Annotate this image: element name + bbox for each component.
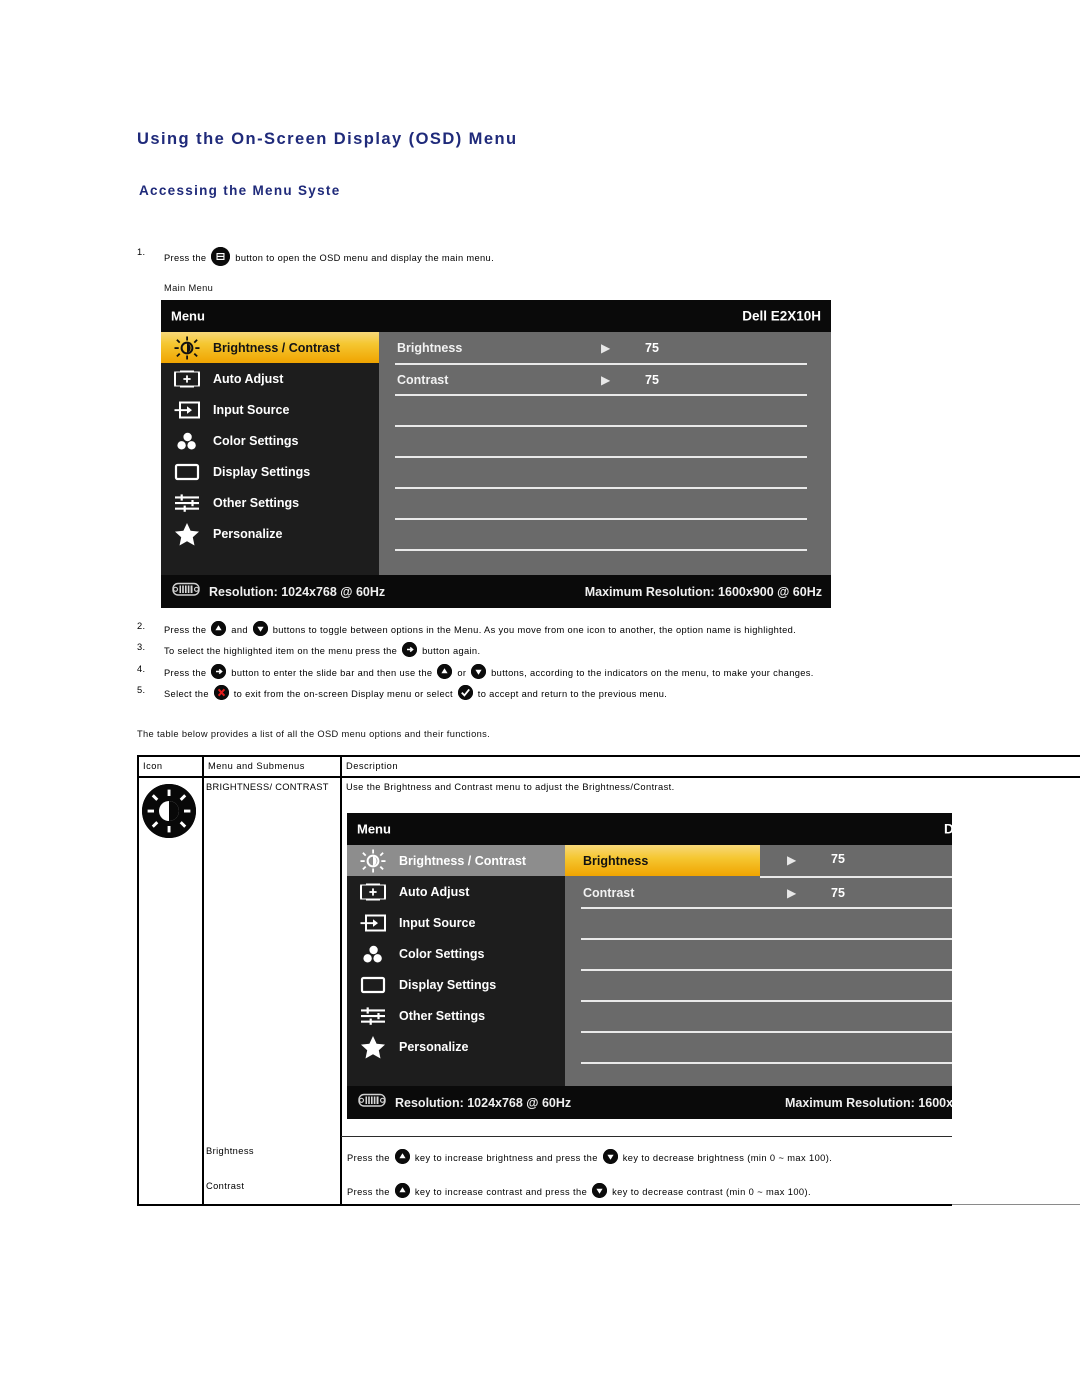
brightness-contrast-icon <box>347 845 399 876</box>
right-triangle-icon: ▶ <box>787 853 797 867</box>
table-row-3-description: Press the key to increase contrast and p… <box>347 1183 947 1198</box>
table-header-border <box>137 776 1080 778</box>
brightness-contrast-black-icon <box>142 784 196 838</box>
divider <box>581 938 952 940</box>
osd-item-label: Auto Adjust <box>399 884 470 899</box>
table-bottom-border-extension <box>952 1204 1080 1206</box>
table-row-2-menu: Brightness <box>206 1146 254 1156</box>
divider <box>581 1062 952 1064</box>
row-3-text-b: key to increase contrast and press the <box>414 1187 588 1197</box>
osd-resolution-label: Resolution: 1024x768 @ 60Hz <box>395 1095 572 1110</box>
osd-item-brightness-contrast[interactable]: Brightness / Contrast <box>347 845 565 876</box>
table-bottom-border <box>137 1204 952 1206</box>
osd-item-label: Personalize <box>399 1039 469 1054</box>
document-page: Using the On-Screen Display (OSD) Menu A… <box>0 0 1080 1397</box>
osd-model-label: Dell E2X10 <box>943 821 952 837</box>
osd-submenu-contrast[interactable]: Contrast ▶ 75 <box>565 878 952 907</box>
osd-item-label: Other Settings <box>399 1008 486 1023</box>
table-row-1-description: Use the Brightness and Contrast menu to … <box>346 782 675 792</box>
divider <box>581 1031 952 1033</box>
osd-submenu-label: Contrast <box>583 885 635 900</box>
table-col-divider-2 <box>340 755 342 1205</box>
table-left-border <box>137 755 139 1205</box>
osd-left-menu-column: Brightness / Contrast Auto Adjust Input … <box>347 845 565 1086</box>
table-header-icon: Icon <box>143 761 163 771</box>
auto-adjust-icon <box>347 876 399 907</box>
osd-submenu-value: 75 <box>831 885 845 900</box>
table-row-2-description: Press the key to increase brightness and… <box>347 1149 947 1164</box>
osd-brightness-screenshot-clip: Menu Dell E2X10 <box>347 813 952 1119</box>
divider <box>581 969 952 971</box>
divider <box>581 1000 952 1002</box>
row-2-text-c: key to decrease brightness (min 0 ~ max … <box>622 1153 833 1163</box>
osd-item-label: Color Settings <box>399 946 485 961</box>
osd-item-personalize[interactable]: Personalize <box>347 1031 565 1062</box>
osd-item-color-settings[interactable]: Color Settings <box>347 938 565 969</box>
osd-brightness-screenshot: Menu Dell E2X10 <box>347 813 952 1119</box>
row-3-text-a: Press the <box>347 1187 390 1197</box>
osd-item-display-settings[interactable]: Display Settings <box>347 969 565 1000</box>
osd-titlebar: Menu Dell E2X10 <box>347 813 952 845</box>
osd-options-table: Icon Menu and Submenus Description BRIGH… <box>0 0 1080 1397</box>
osd-footer: Resolution: 1024x768 @ 60Hz Maximum Reso… <box>347 1086 952 1119</box>
divider <box>581 907 952 909</box>
osd-submenu-column: Brightness ▶ 75 Contrast ▶ 75 <box>565 845 952 1086</box>
osd-item-label: Display Settings <box>399 977 497 992</box>
up-arrow-key-icon[interactable] <box>394 1183 410 1198</box>
display-settings-icon <box>347 969 399 1000</box>
osd-title-menu: Menu <box>357 821 391 837</box>
input-source-icon <box>347 907 399 938</box>
table-row-1-menu: BRIGHTNESS/ CONTRAST <box>206 782 329 792</box>
osd-item-label: Input Source <box>399 915 476 930</box>
down-arrow-key-icon[interactable] <box>592 1183 608 1198</box>
row-3-text-c: key to decrease contrast (min 0 ~ max 10… <box>612 1187 811 1197</box>
vga-connector-icon <box>355 1092 389 1114</box>
osd-item-label: Brightness / Contrast <box>399 853 527 868</box>
table-col-divider-1 <box>202 755 204 1205</box>
osd-item-other-settings[interactable]: Other Settings <box>347 1000 565 1031</box>
row-2-text-b: key to increase brightness and press the <box>414 1153 598 1163</box>
other-settings-icon <box>347 1000 399 1031</box>
table-row-divider <box>341 1136 952 1138</box>
up-arrow-key-icon[interactable] <box>394 1149 410 1164</box>
table-row-3-menu: Contrast <box>206 1181 245 1191</box>
osd-item-input-source[interactable]: Input Source <box>347 907 565 938</box>
color-settings-icon <box>347 938 399 969</box>
down-arrow-key-icon[interactable] <box>602 1149 618 1164</box>
osd-submenu-value: 75 <box>831 852 845 866</box>
osd-submenu-label: Brightness <box>583 853 649 868</box>
table-header-description: Description <box>346 761 399 771</box>
osd-submenu-brightness[interactable]: Brightness <box>565 845 760 876</box>
table-header-menu: Menu and Submenus <box>208 761 305 771</box>
row-2-text-a: Press the <box>347 1153 390 1163</box>
table-top-border <box>137 755 1080 757</box>
personalize-star-icon <box>347 1031 399 1062</box>
osd-max-resolution-label: Maximum Resolution: 1600x900 @ 60H <box>784 1095 952 1110</box>
osd-item-auto-adjust[interactable]: Auto Adjust <box>347 876 565 907</box>
right-triangle-icon: ▶ <box>787 885 797 900</box>
